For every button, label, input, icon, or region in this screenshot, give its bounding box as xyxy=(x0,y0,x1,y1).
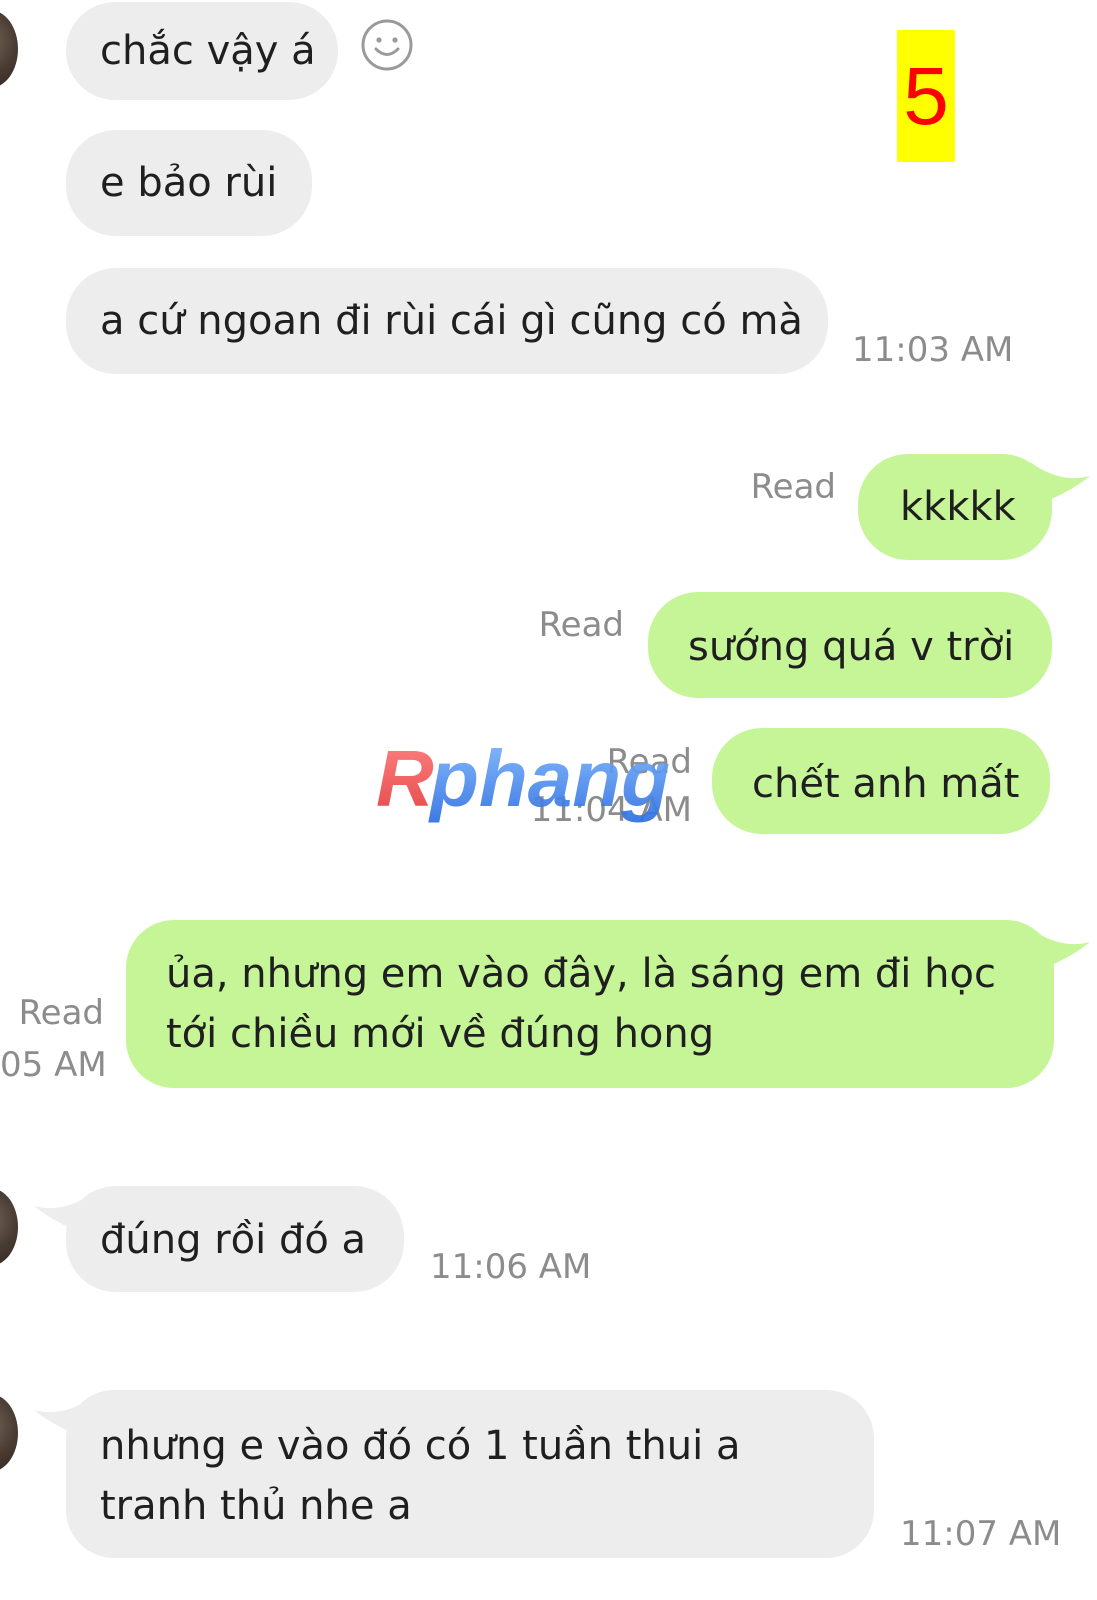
message-bubble-incoming[interactable]: nhưng e vào đó có 1 tuần thui a tranh th… xyxy=(66,1390,874,1558)
message-time: 11:07 AM xyxy=(900,1514,1062,1554)
avatar[interactable] xyxy=(0,10,18,88)
bubble-tail xyxy=(1030,928,1090,968)
message-text: kkkkk xyxy=(900,484,1016,530)
message-text: sướng quá v trời xyxy=(688,624,1015,670)
message-bubble-outgoing[interactable]: chết anh mất xyxy=(712,728,1050,834)
svg-text:phang: phang xyxy=(428,734,670,823)
message-text-line: ủa, nhưng em vào đây, là sáng em đi học xyxy=(166,951,996,997)
message-text: chắc vậy á xyxy=(100,28,316,74)
message-bubble-outgoing[interactable]: kkkkk xyxy=(858,454,1052,560)
message-text-line: nhưng e vào đó có 1 tuần thui a xyxy=(100,1423,741,1469)
message-text: chết anh mất xyxy=(752,761,1020,807)
watermark-logo: R phang xyxy=(376,734,670,823)
message-bubble-incoming[interactable]: chắc vậy á xyxy=(66,2,338,100)
svg-text:R: R xyxy=(376,734,434,823)
message-text: a cứ ngoan đi rùi cái gì cũng có mà xyxy=(100,298,803,344)
chat-window: chắc vậy á e bảo rùi a cứ ngoan đi rùi c… xyxy=(0,0,1097,1600)
message-bubble-incoming[interactable]: đúng rồi đó a xyxy=(66,1186,404,1292)
message-text-line: tranh thủ nhe a xyxy=(100,1483,412,1529)
read-status: Read xyxy=(18,993,104,1033)
message-bubble-outgoing[interactable]: sướng quá v trời xyxy=(648,592,1052,698)
message-time: 05 AM xyxy=(0,1045,107,1085)
message-bubble-incoming[interactable]: e bảo rùi xyxy=(66,130,312,236)
avatar[interactable] xyxy=(0,1188,18,1266)
read-status: Read xyxy=(538,605,624,645)
message-bubble-outgoing[interactable]: ủa, nhưng em vào đây, là sáng em đi học … xyxy=(126,920,1054,1088)
read-status: Read xyxy=(750,467,836,507)
emoji-smile-icon[interactable] xyxy=(360,18,414,72)
message-text-line: tới chiều mới về đúng hong xyxy=(166,1011,715,1057)
avatar[interactable] xyxy=(0,1394,18,1472)
message-bubble-incoming[interactable]: a cứ ngoan đi rùi cái gì cũng có mà xyxy=(66,268,828,374)
message-text: đúng rồi đó a xyxy=(100,1217,367,1263)
message-time: 11:06 AM xyxy=(430,1247,592,1287)
bubble-tail xyxy=(1030,462,1090,502)
message-text: e bảo rùi xyxy=(100,160,278,206)
message-time: 11:03 AM xyxy=(852,330,1014,370)
page-number-badge: 5 xyxy=(897,30,955,162)
page-number: 5 xyxy=(903,51,949,142)
